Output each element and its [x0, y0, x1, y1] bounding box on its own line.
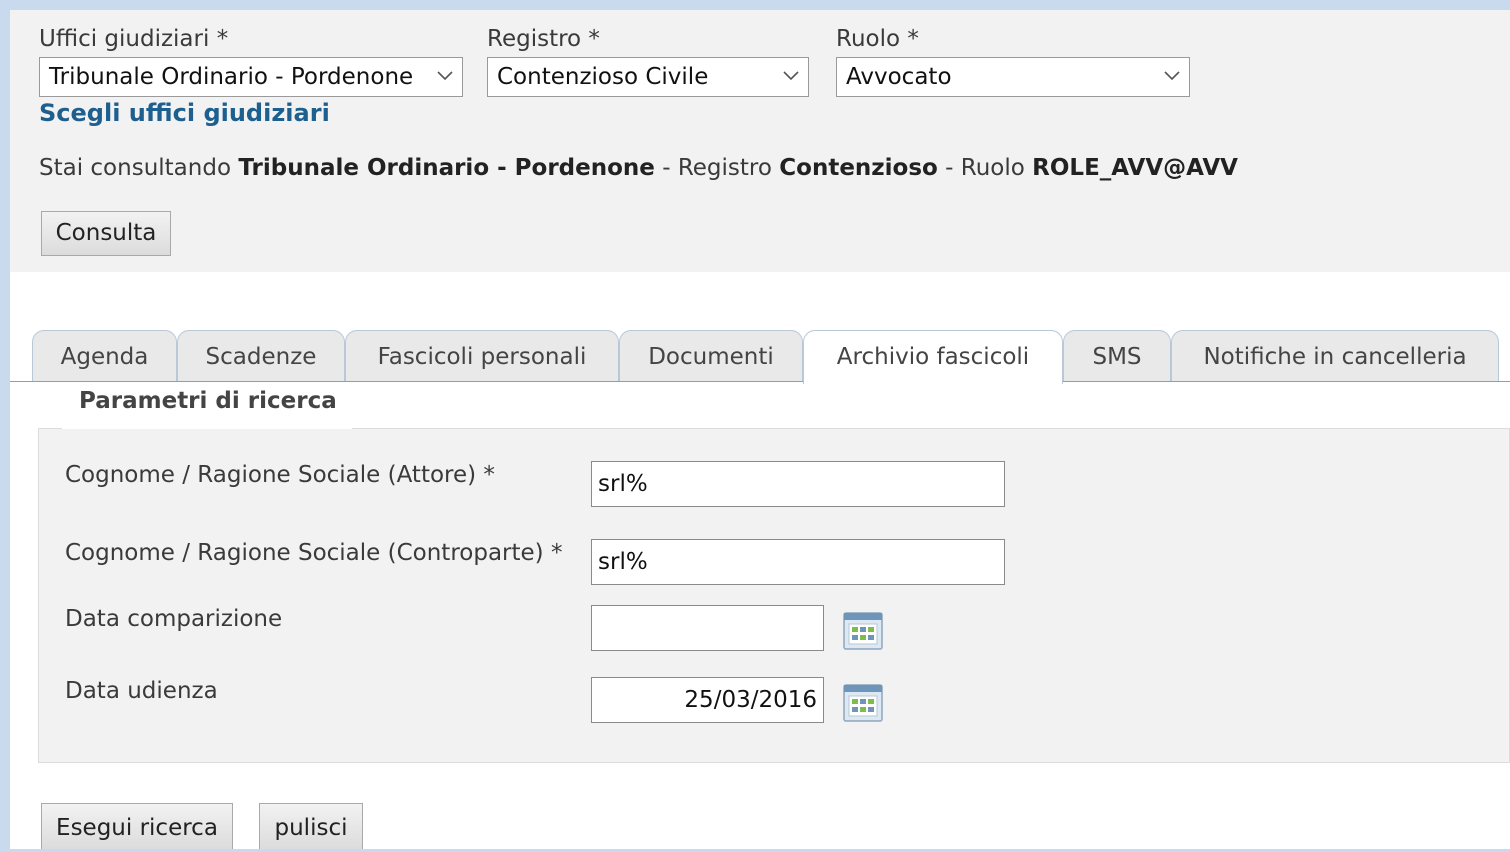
- attore-label: Cognome / Ragione Sociale (Attore) *: [65, 462, 495, 488]
- ruolo-select-value: Avvocato: [846, 64, 952, 90]
- controparte-label: Cognome / Ragione Sociale (Controparte) …: [65, 540, 563, 566]
- data-comparizione-input[interactable]: [591, 605, 824, 651]
- tab-archivio-fascicoli[interactable]: Archivio fascicoli: [803, 330, 1063, 384]
- uffici-select-value: Tribunale Ordinario - Pordenone: [49, 64, 414, 90]
- esegui-ricerca-button[interactable]: Esegui ricerca: [41, 803, 233, 849]
- registro-select-value: Contenzioso Civile: [497, 64, 709, 90]
- tab-agenda[interactable]: Agenda: [32, 330, 177, 382]
- tab-scadenze[interactable]: Scadenze: [177, 330, 345, 382]
- status-registro: Contenzioso: [779, 155, 938, 181]
- calendar-icon[interactable]: [843, 612, 883, 650]
- page-left-edge: [0, 272, 10, 849]
- status-ruolo: ROLE_AVV@AVV: [1032, 155, 1238, 181]
- chevron-down-icon: [437, 71, 453, 81]
- context-panel: [10, 10, 1510, 273]
- status-ufficio: Tribunale Ordinario - Pordenone: [238, 155, 655, 181]
- uffici-select[interactable]: Tribunale Ordinario - Pordenone: [39, 57, 463, 97]
- attore-input[interactable]: srl%: [591, 461, 1005, 507]
- tab-notifiche-in-cancelleria[interactable]: Notifiche in cancelleria: [1171, 330, 1499, 382]
- registro-label: Registro *: [487, 26, 600, 52]
- search-parameters-title: Parametri di ricerca: [62, 383, 352, 429]
- chevron-down-icon: [1164, 71, 1180, 81]
- status-ruolo-prefix: - Ruolo: [945, 155, 1025, 181]
- calendar-icon[interactable]: [843, 684, 883, 722]
- ruolo-select[interactable]: Avvocato: [836, 57, 1190, 97]
- controparte-input[interactable]: srl%: [591, 539, 1005, 585]
- tab-documenti[interactable]: Documenti: [619, 330, 803, 382]
- pulisci-button[interactable]: pulisci: [259, 803, 363, 849]
- tab-sms[interactable]: SMS: [1063, 330, 1171, 382]
- status-prefix: Stai consultando: [39, 155, 232, 181]
- ruolo-label: Ruolo *: [836, 26, 919, 52]
- tab-bar-border: [10, 381, 1510, 382]
- uffici-label: Uffici giudiziari *: [39, 26, 229, 52]
- data-comparizione-label: Data comparizione: [65, 606, 283, 632]
- registro-select[interactable]: Contenzioso Civile: [487, 57, 809, 97]
- chevron-down-icon: [783, 71, 799, 81]
- tab-fascicoli-personali[interactable]: Fascicoli personali: [345, 330, 619, 382]
- data-udienza-input[interactable]: 25/03/2016: [591, 677, 824, 723]
- choose-uffici-link[interactable]: Scegli uffici giudiziari: [39, 99, 330, 127]
- consulta-button[interactable]: Consulta: [41, 211, 171, 256]
- data-udienza-label: Data udienza: [65, 678, 218, 704]
- consultation-status: Stai consultando Tribunale Ordinario - P…: [39, 155, 1238, 181]
- status-registro-prefix: - Registro: [662, 155, 772, 181]
